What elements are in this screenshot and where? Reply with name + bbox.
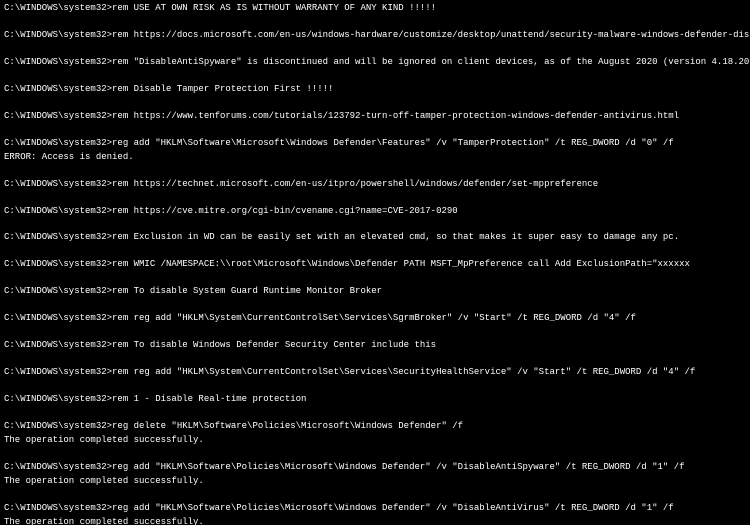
command-line: C:\WINDOWS\system32>rem Disable Tamper P…	[4, 83, 746, 97]
blank-line	[4, 326, 746, 339]
command-line: C:\WINDOWS\system32>rem WMIC /NAMESPACE:…	[4, 258, 746, 272]
success-line: The operation completed successfully.	[4, 516, 746, 525]
blank-line	[4, 70, 746, 83]
blank-line	[4, 245, 746, 258]
command-line: C:\WINDOWS\system32>reg add "HKLM\Softwa…	[4, 461, 746, 475]
blank-line	[4, 272, 746, 285]
blank-line	[4, 299, 746, 312]
command-line: C:\WINDOWS\system32>rem To disable Windo…	[4, 339, 746, 353]
error-line: ERROR: Access is denied.	[4, 151, 746, 165]
terminal-output[interactable]: C:\WINDOWS\system32>rem USE AT OWN RISK …	[0, 0, 750, 525]
command-line: C:\WINDOWS\system32>rem reg add "HKLM\Sy…	[4, 366, 746, 380]
success-line: The operation completed successfully.	[4, 434, 746, 448]
command-line: C:\WINDOWS\system32>reg delete "HKLM\Sof…	[4, 420, 746, 434]
blank-line	[4, 124, 746, 137]
blank-line	[4, 192, 746, 205]
blank-line	[4, 380, 746, 393]
command-line: C:\WINDOWS\system32>reg add "HKLM\Softwa…	[4, 502, 746, 516]
command-line: C:\WINDOWS\system32>rem https://cve.mitr…	[4, 205, 746, 219]
command-line: C:\WINDOWS\system32>rem "DisableAntiSpyw…	[4, 56, 746, 70]
blank-line	[4, 489, 746, 502]
command-line: C:\WINDOWS\system32>rem https://docs.mic…	[4, 29, 746, 43]
blank-line	[4, 353, 746, 366]
blank-line	[4, 448, 746, 461]
command-line: C:\WINDOWS\system32>reg add "HKLM\Softwa…	[4, 137, 746, 151]
blank-line	[4, 218, 746, 231]
command-line: C:\WINDOWS\system32>rem 1 - Disable Real…	[4, 393, 746, 407]
command-line: C:\WINDOWS\system32>rem USE AT OWN RISK …	[4, 2, 746, 16]
blank-line	[4, 165, 746, 178]
blank-line	[4, 43, 746, 56]
blank-line	[4, 97, 746, 110]
blank-line	[4, 407, 746, 420]
command-line: C:\WINDOWS\system32>rem Exclusion in WD …	[4, 231, 746, 245]
blank-line	[4, 16, 746, 29]
command-line: C:\WINDOWS\system32>rem https://www.tenf…	[4, 110, 746, 124]
success-line: The operation completed successfully.	[4, 475, 746, 489]
command-line: C:\WINDOWS\system32>rem To disable Syste…	[4, 285, 746, 299]
command-line: C:\WINDOWS\system32>rem https://technet.…	[4, 178, 746, 192]
command-line: C:\WINDOWS\system32>rem reg add "HKLM\Sy…	[4, 312, 746, 326]
